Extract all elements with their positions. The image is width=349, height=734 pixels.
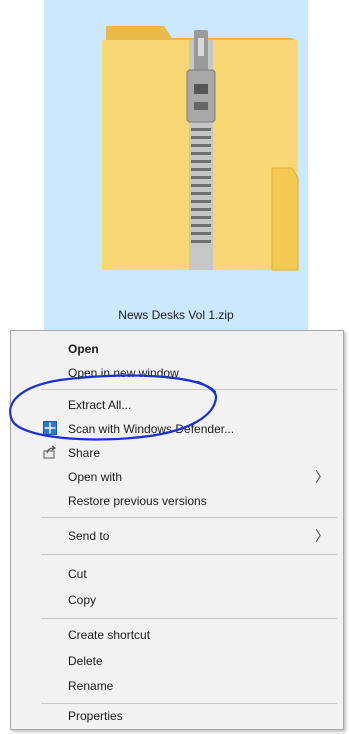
- menu-item-label: Send to: [68, 529, 110, 543]
- menu-separator: [41, 554, 337, 555]
- zip-folder-icon: [102, 26, 299, 271]
- menu-item-label: Properties: [68, 709, 123, 723]
- menu-item-label: Restore previous versions: [68, 494, 207, 508]
- menu-separator: [41, 618, 337, 619]
- menu-item-label: Open: [68, 342, 99, 356]
- menu-item-label: Open with: [68, 470, 123, 484]
- menu-separator: [41, 517, 337, 518]
- menu-item-label: Delete: [68, 654, 103, 668]
- file-name: News Desks Vol 1.zip: [118, 308, 234, 322]
- annotation-circle: [9, 374, 218, 441]
- menu-item-properties[interactable]: Properties: [11, 704, 343, 728]
- menu-item-label: Cut: [68, 567, 87, 581]
- menu-item-delete[interactable]: Delete: [11, 649, 343, 673]
- menu-item-label: Copy: [68, 593, 97, 607]
- menu-item-send-to[interactable]: Send to 〉: [11, 524, 343, 548]
- menu-item-open-with[interactable]: Open with 〉: [11, 465, 343, 489]
- menu-item-rename[interactable]: Rename: [11, 674, 343, 698]
- menu-item-label: Create shortcut: [68, 628, 151, 642]
- menu-item-open[interactable]: Open: [11, 337, 343, 361]
- menu-item-label: Rename: [68, 679, 114, 693]
- menu-item-restore-versions[interactable]: Restore previous versions: [11, 489, 343, 513]
- chevron-right-icon: 〉: [315, 528, 329, 544]
- selected-zip-file[interactable]: News Desks Vol 1.zip: [44, 0, 308, 330]
- chevron-right-icon: 〉: [315, 469, 329, 485]
- menu-item-cut[interactable]: Cut: [11, 562, 343, 586]
- menu-item-copy[interactable]: Copy: [11, 588, 343, 612]
- menu-item-create-shortcut[interactable]: Create shortcut: [11, 623, 343, 647]
